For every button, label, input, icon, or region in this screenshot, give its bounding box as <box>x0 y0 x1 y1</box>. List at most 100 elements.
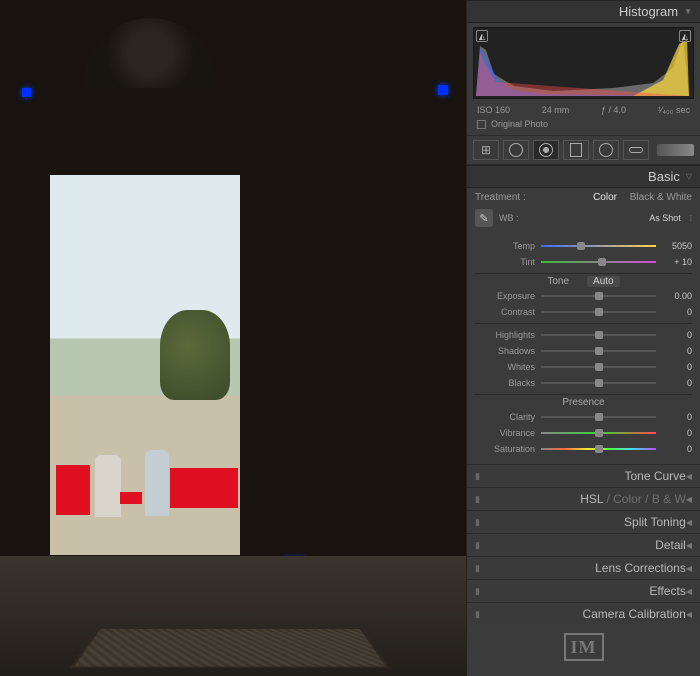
shadow-clipping-toggle[interactable]: ◭ <box>476 30 488 42</box>
radial-filter-tool[interactable] <box>593 140 619 160</box>
expand-icon: ◀ <box>686 564 692 573</box>
whites-label: Whites <box>475 362 535 372</box>
original-photo-toggle[interactable]: Original Photo <box>467 117 700 135</box>
tone-heading: Tone Auto <box>475 273 692 287</box>
expand-icon: ◀ <box>686 495 692 504</box>
saturation-slider[interactable] <box>541 448 656 450</box>
basic-header[interactable]: Basic ▽ <box>467 165 700 188</box>
lens-corrections-label: Lens Corrections <box>483 561 686 575</box>
blacks-value[interactable]: 0 <box>662 378 692 388</box>
treatment-color[interactable]: Color <box>593 192 617 203</box>
photo-metadata: ISO 160 24 mm ƒ / 4.0 ¹⁄₄₀₀ sec <box>467 103 700 117</box>
shadows-label: Shadows <box>475 346 535 356</box>
saturation-label: Saturation <box>475 444 535 454</box>
vibrance-value[interactable]: 0 <box>662 428 692 438</box>
split-toning-label: Split Toning <box>483 515 686 529</box>
blacks-slider[interactable] <box>541 382 656 384</box>
saturation-value[interactable]: 0 <box>662 444 692 454</box>
presence-label: Presence <box>562 397 604 408</box>
image-preview[interactable] <box>0 0 466 676</box>
meta-shutter: ¹⁄₄₀₀ sec <box>658 105 690 115</box>
hsl-panel[interactable]: ▮HSL / Color / B & W◀ <box>467 487 700 510</box>
highlights-value[interactable]: 0 <box>662 330 692 340</box>
dropdown-icon: ⁞ <box>690 214 692 223</box>
auto-tone-button[interactable]: Auto <box>587 276 620 287</box>
temp-slider[interactable] <box>541 245 656 247</box>
adjustment-brush-tool[interactable] <box>623 140 649 160</box>
blacks-label: Blacks <box>475 378 535 388</box>
highlights-slider[interactable] <box>541 334 656 336</box>
basic-title: Basic <box>648 169 680 184</box>
tint-row: Tint + 10 <box>475 255 692 269</box>
exposure-label: Exposure <box>475 291 535 301</box>
presence-heading: Presence <box>475 394 692 408</box>
clarity-label: Clarity <box>475 412 535 422</box>
camera-calibration-label: Camera Calibration <box>483 607 686 621</box>
wb-label: WB : <box>499 213 519 223</box>
contrast-slider[interactable] <box>541 311 656 313</box>
white-balance-row: ✎ WB : As Shot ⁞ <box>467 207 700 233</box>
expand-icon: ◀ <box>686 541 692 550</box>
lens-corrections-panel[interactable]: ▮Lens Corrections◀ <box>467 556 700 579</box>
expand-icon: ◀ <box>686 518 692 527</box>
vibrance-label: Vibrance <box>475 428 535 438</box>
redeye-tool[interactable] <box>533 140 559 160</box>
clipping-shadow-blue <box>438 85 448 95</box>
meta-focal: 24 mm <box>542 105 570 115</box>
wb-eyedropper-tool[interactable]: ✎ <box>475 209 493 227</box>
preview-rug <box>70 628 390 668</box>
expand-icon: ◀ <box>686 587 692 596</box>
tool-amount-slider[interactable] <box>657 144 694 156</box>
histogram-header[interactable]: Histogram ▼ <box>467 0 700 23</box>
shadows-slider[interactable] <box>541 350 656 352</box>
treatment-row: Treatment : Color Black & White <box>467 188 700 207</box>
histogram[interactable]: ◭ ◭ <box>473 27 694 99</box>
tone-label: Tone <box>547 276 569 287</box>
preview-trees <box>160 310 230 400</box>
temp-value[interactable]: 5050 <box>662 241 692 251</box>
whites-value[interactable]: 0 <box>662 362 692 372</box>
tint-value[interactable]: + 10 <box>662 257 692 267</box>
highlights-label: Highlights <box>475 330 535 340</box>
contrast-value[interactable]: 0 <box>662 307 692 317</box>
collapse-icon: ▽ <box>686 172 692 181</box>
split-toning-panel[interactable]: ▮Split Toning◀ <box>467 510 700 533</box>
panel-switch-icon: ▮ <box>475 471 483 482</box>
highlight-clipping-toggle[interactable]: ◭ <box>679 30 691 42</box>
crop-tool[interactable]: ⊞ <box>473 140 499 160</box>
histogram-title: Histogram <box>619 4 678 19</box>
panel-switch-icon: ▮ <box>475 517 483 528</box>
vibrance-slider[interactable] <box>541 432 656 434</box>
temp-row: Temp 5050 <box>475 239 692 253</box>
collapse-icon: ▼ <box>684 7 692 16</box>
temp-label: Temp <box>475 241 535 251</box>
original-photo-label: Original Photo <box>491 119 548 129</box>
shadows-value[interactable]: 0 <box>662 346 692 356</box>
detail-panel[interactable]: ▮Detail◀ <box>467 533 700 556</box>
effects-panel[interactable]: ▮Effects◀ <box>467 579 700 602</box>
clarity-slider[interactable] <box>541 416 656 418</box>
clarity-value[interactable]: 0 <box>662 412 692 422</box>
wb-preset-dropdown[interactable]: As Shot <box>649 213 681 223</box>
spot-removal-tool[interactable] <box>503 140 529 160</box>
panel-switch-icon: ▮ <box>475 563 483 574</box>
expand-icon: ◀ <box>686 610 692 619</box>
watermark-logo: IM <box>467 625 700 670</box>
graduated-filter-tool[interactable] <box>563 140 589 160</box>
tone-curve-panel[interactable]: ▮Tone Curve◀ <box>467 464 700 487</box>
treatment-bw[interactable]: Black & White <box>630 192 692 203</box>
exposure-value[interactable]: 0.00 <box>662 291 692 301</box>
histogram-graph <box>474 28 693 98</box>
camera-calibration-panel[interactable]: ▮Camera Calibration◀ <box>467 602 700 625</box>
whites-slider[interactable] <box>541 366 656 368</box>
treatment-label: Treatment : <box>475 192 526 203</box>
exposure-slider[interactable] <box>541 295 656 297</box>
meta-aperture: ƒ / 4.0 <box>601 105 626 115</box>
develop-panel: Histogram ▼ ◭ ◭ ISO 160 24 mm ƒ / 4.0 ¹⁄… <box>466 0 700 676</box>
expand-icon: ◀ <box>686 472 692 481</box>
clipping-highlight-red <box>170 468 238 508</box>
checkbox-icon <box>477 120 486 129</box>
effects-label: Effects <box>483 584 686 598</box>
preview-person-1 <box>95 455 121 517</box>
tint-slider[interactable] <box>541 261 656 263</box>
